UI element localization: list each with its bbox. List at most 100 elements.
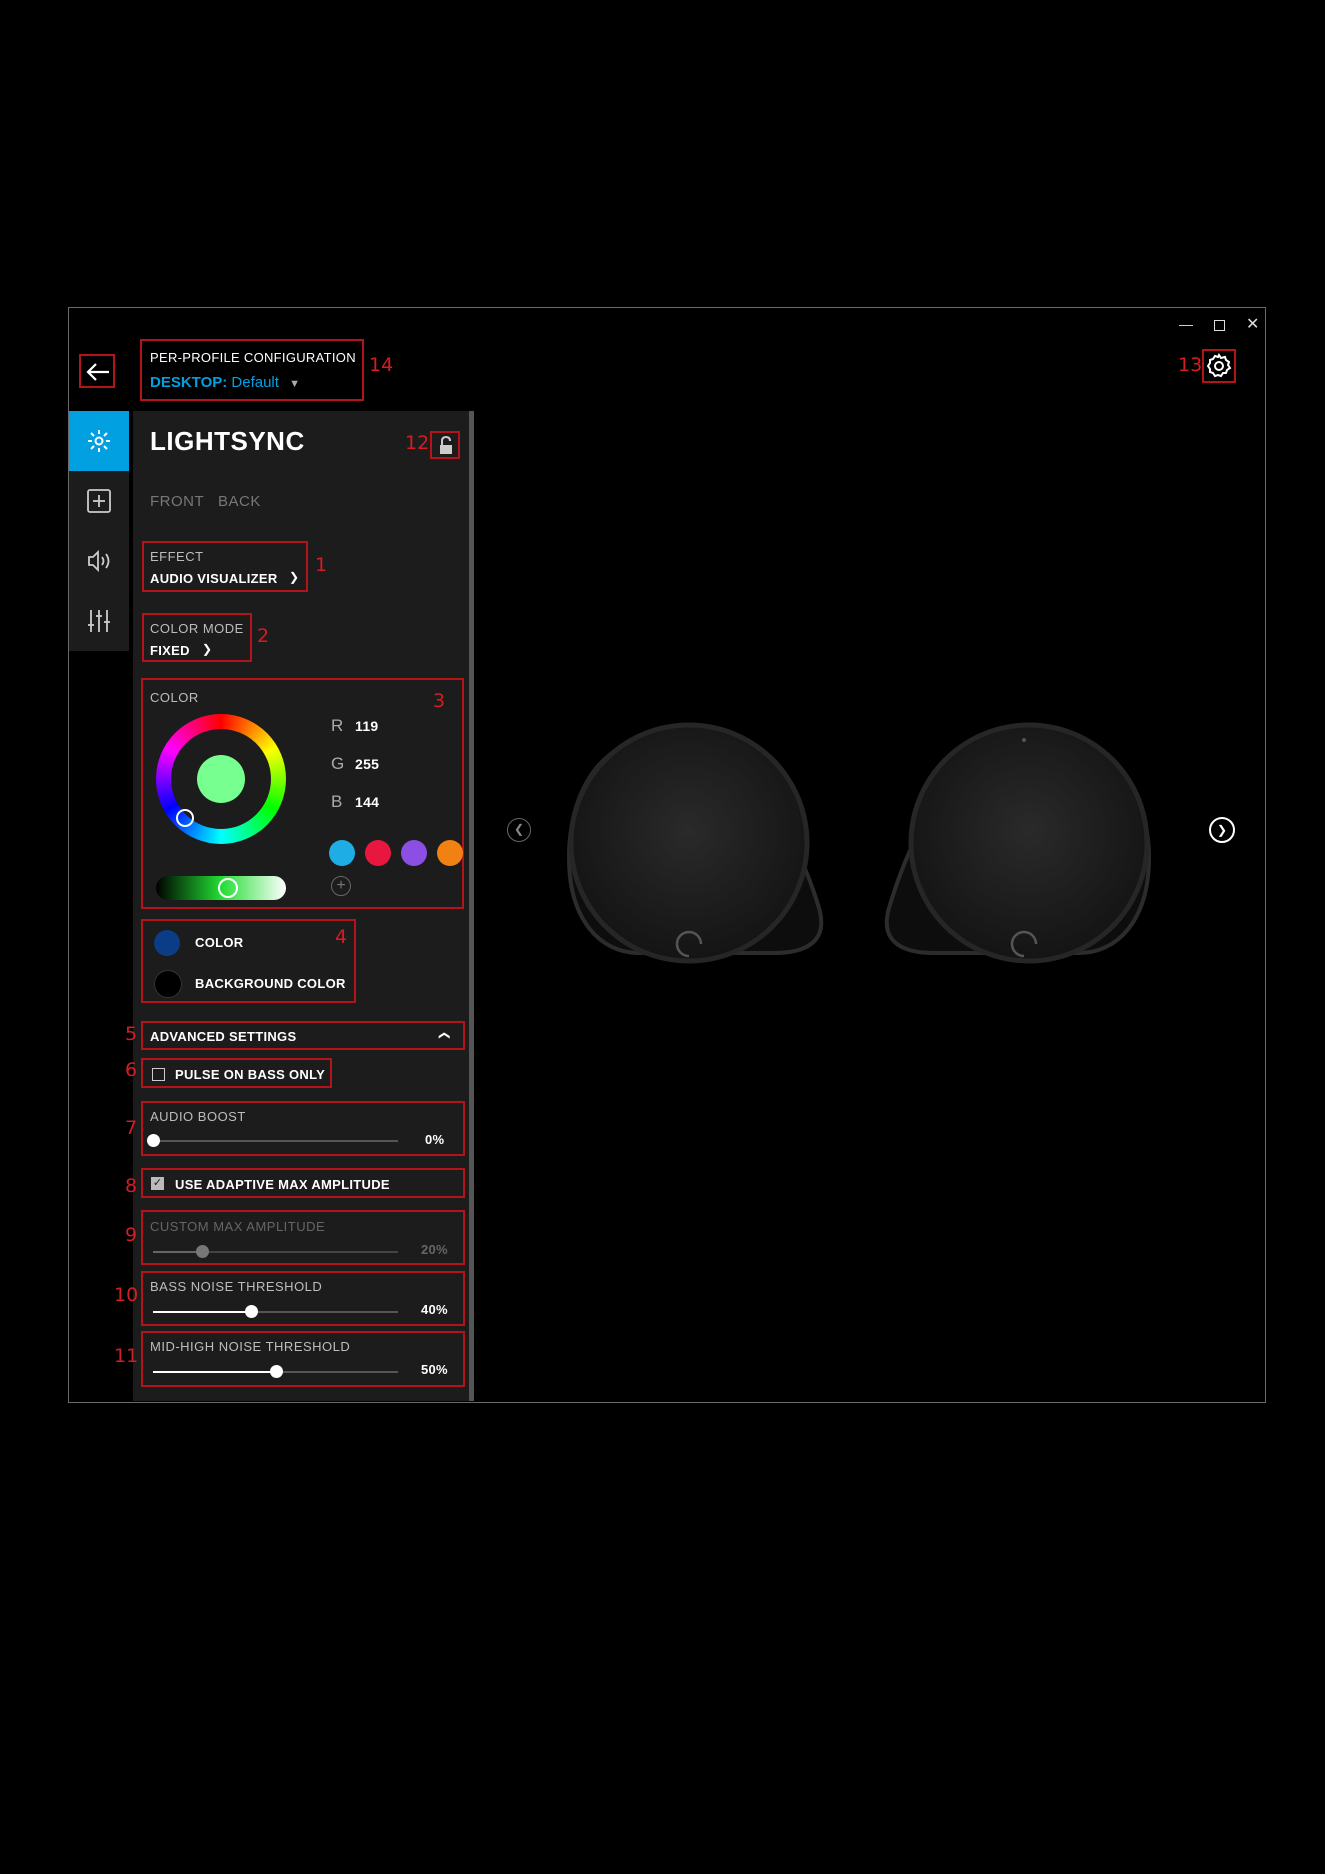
- b-label: B: [331, 792, 343, 811]
- annotation-8: 8: [125, 1175, 138, 1197]
- annotation-5: 5: [125, 1023, 138, 1045]
- effect-dropdown[interactable]: EFFECT AUDIO VISUALIZER ❯: [142, 541, 308, 592]
- custom-max-handle: [196, 1245, 209, 1258]
- annotation-11: 11: [114, 1345, 139, 1367]
- speaker-left: [566, 722, 824, 964]
- chevron-up-icon: ❯: [438, 1030, 451, 1041]
- chevron-right-icon: ❯: [1216, 823, 1228, 837]
- color-target-group: COLOR BACKGROUND COLOR: [141, 919, 356, 1003]
- annotation-7: 7: [125, 1117, 138, 1139]
- chevron-down-icon: ❯: [289, 570, 300, 584]
- side-rail: [69, 411, 129, 651]
- annotation-1: 1: [315, 554, 328, 576]
- check-icon[interactable]: ✓: [151, 1177, 164, 1190]
- midhigh-noise-handle[interactable]: [269, 1365, 283, 1378]
- unlock-icon: [440, 435, 452, 454]
- lightsync-panel: LIGHTSYNC 12 FRONT BACK EFFECT AUDIO VIS…: [114, 411, 470, 1401]
- adaptive-max-label: USE ADAPTIVE MAX AMPLITUDE: [175, 1177, 390, 1192]
- g-value[interactable]: 255: [355, 756, 379, 772]
- profile-prefix: DESKTOP:: [150, 374, 228, 391]
- annotation-4: 4: [335, 926, 348, 948]
- color-target-swatch[interactable]: [154, 930, 180, 956]
- lock-button[interactable]: [430, 431, 460, 459]
- annotation-13: 13: [1178, 354, 1203, 376]
- midhigh-noise-slider-group: MID-HIGH NOISE THRESHOLD 50%: [141, 1331, 465, 1387]
- panel-scrollbar[interactable]: [469, 411, 474, 1401]
- color-picker-group: COLOR 3 R 119 G 255 B 144 +: [141, 678, 464, 909]
- audio-boost-handle[interactable]: [147, 1134, 160, 1147]
- app-window: — ✕ PER-PROFILE CONFIGURATION DESKTOP: D…: [68, 307, 1266, 1403]
- prev-device-button[interactable]: ❮: [507, 818, 531, 842]
- back-button[interactable]: [79, 354, 115, 388]
- color-target-label[interactable]: COLOR: [195, 935, 243, 950]
- annotation-6: 6: [125, 1059, 138, 1081]
- chevron-down-icon: ❯: [202, 642, 213, 656]
- color-mode-label: COLOR MODE: [150, 621, 244, 636]
- r-value[interactable]: 119: [355, 718, 379, 734]
- advanced-settings-toggle[interactable]: ADVANCED SETTINGS ❯: [141, 1021, 465, 1050]
- annotation-14: 14: [369, 354, 394, 376]
- brightness-slider[interactable]: [156, 876, 286, 900]
- r-label: R: [331, 716, 344, 735]
- bass-noise-value: 40%: [421, 1302, 448, 1317]
- bass-noise-slider[interactable]: [153, 1305, 398, 1318]
- next-device-button[interactable]: ❯: [1209, 817, 1235, 843]
- midhigh-noise-label: MID-HIGH NOISE THRESHOLD: [150, 1339, 351, 1354]
- audio-boost-label: AUDIO BOOST: [150, 1109, 246, 1124]
- preset-swatch-3[interactable]: [401, 840, 427, 866]
- annotation-3: 3: [433, 690, 446, 712]
- tab-front[interactable]: FRONT: [150, 493, 204, 510]
- speakers-image: [566, 722, 1152, 964]
- background-color-swatch[interactable]: [154, 970, 182, 998]
- profile-selector[interactable]: PER-PROFILE CONFIGURATION DESKTOP: Defau…: [140, 339, 364, 401]
- wheel-handle[interactable]: [176, 809, 194, 827]
- bass-noise-handle[interactable]: [245, 1305, 258, 1318]
- lightsync-icon: [88, 430, 110, 452]
- b-value[interactable]: 144: [355, 794, 379, 810]
- color-wheel[interactable]: [156, 714, 286, 844]
- pulse-on-bass-label: PULSE ON BASS ONLY: [175, 1067, 326, 1082]
- pulse-on-bass-checkbox[interactable]: PULSE ON BASS ONLY: [141, 1058, 332, 1088]
- preset-swatch-1[interactable]: [329, 840, 355, 866]
- annotation-9: 9: [125, 1224, 138, 1246]
- settings-button[interactable]: [1202, 349, 1236, 383]
- bass-noise-label: BASS NOISE THRESHOLD: [150, 1279, 323, 1294]
- rail-equalizer[interactable]: [69, 591, 129, 651]
- midhigh-noise-value: 50%: [421, 1362, 448, 1377]
- annotation-2: 2: [257, 625, 270, 647]
- custom-max-slider-group: CUSTOM MAX AMPLITUDE 20%: [141, 1210, 465, 1265]
- custom-max-value: 20%: [421, 1242, 448, 1257]
- arrow-left-icon: [86, 363, 109, 381]
- audio-boost-slider-group: AUDIO BOOST 0%: [141, 1101, 465, 1156]
- custom-max-slider: [153, 1245, 398, 1258]
- annotation-10: 10: [114, 1284, 139, 1306]
- profile-name: DESKTOP: Default ▼: [150, 374, 300, 391]
- color-mode-dropdown[interactable]: COLOR MODE FIXED ❯: [142, 613, 252, 662]
- profile-value: Default: [231, 374, 279, 391]
- plus-box-icon: [87, 489, 111, 513]
- preset-swatch-4[interactable]: [437, 840, 463, 866]
- midhigh-noise-slider[interactable]: [153, 1365, 398, 1378]
- minimize-icon[interactable]: —: [1179, 316, 1193, 332]
- maximize-icon[interactable]: [1214, 320, 1225, 331]
- tab-back[interactable]: BACK: [218, 493, 261, 510]
- color-preview: [197, 755, 245, 803]
- background-color-label[interactable]: BACKGROUND COLOR: [195, 976, 346, 991]
- chevron-down-icon: ▼: [289, 378, 300, 390]
- preset-swatch-2[interactable]: [365, 840, 391, 866]
- adaptive-max-checkbox[interactable]: ✓ USE ADAPTIVE MAX AMPLITUDE: [141, 1168, 465, 1198]
- speaker-right: [884, 722, 1152, 964]
- rail-audio[interactable]: [69, 531, 129, 591]
- color-label: COLOR: [150, 690, 199, 705]
- gear-icon: [1206, 353, 1232, 378]
- equalizer-icon: [88, 610, 110, 632]
- close-icon[interactable]: ✕: [1246, 314, 1259, 334]
- advanced-settings-title: ADVANCED SETTINGS: [150, 1029, 297, 1044]
- config-label: PER-PROFILE CONFIGURATION: [150, 350, 356, 365]
- rail-assignments[interactable]: [69, 471, 129, 531]
- audio-boost-slider[interactable]: [147, 1134, 398, 1147]
- rail-lighting[interactable]: [69, 411, 129, 471]
- add-swatch-icon[interactable]: +: [331, 876, 351, 896]
- brightness-handle[interactable]: [217, 878, 238, 898]
- pulse-checkbox-box[interactable]: [152, 1068, 165, 1081]
